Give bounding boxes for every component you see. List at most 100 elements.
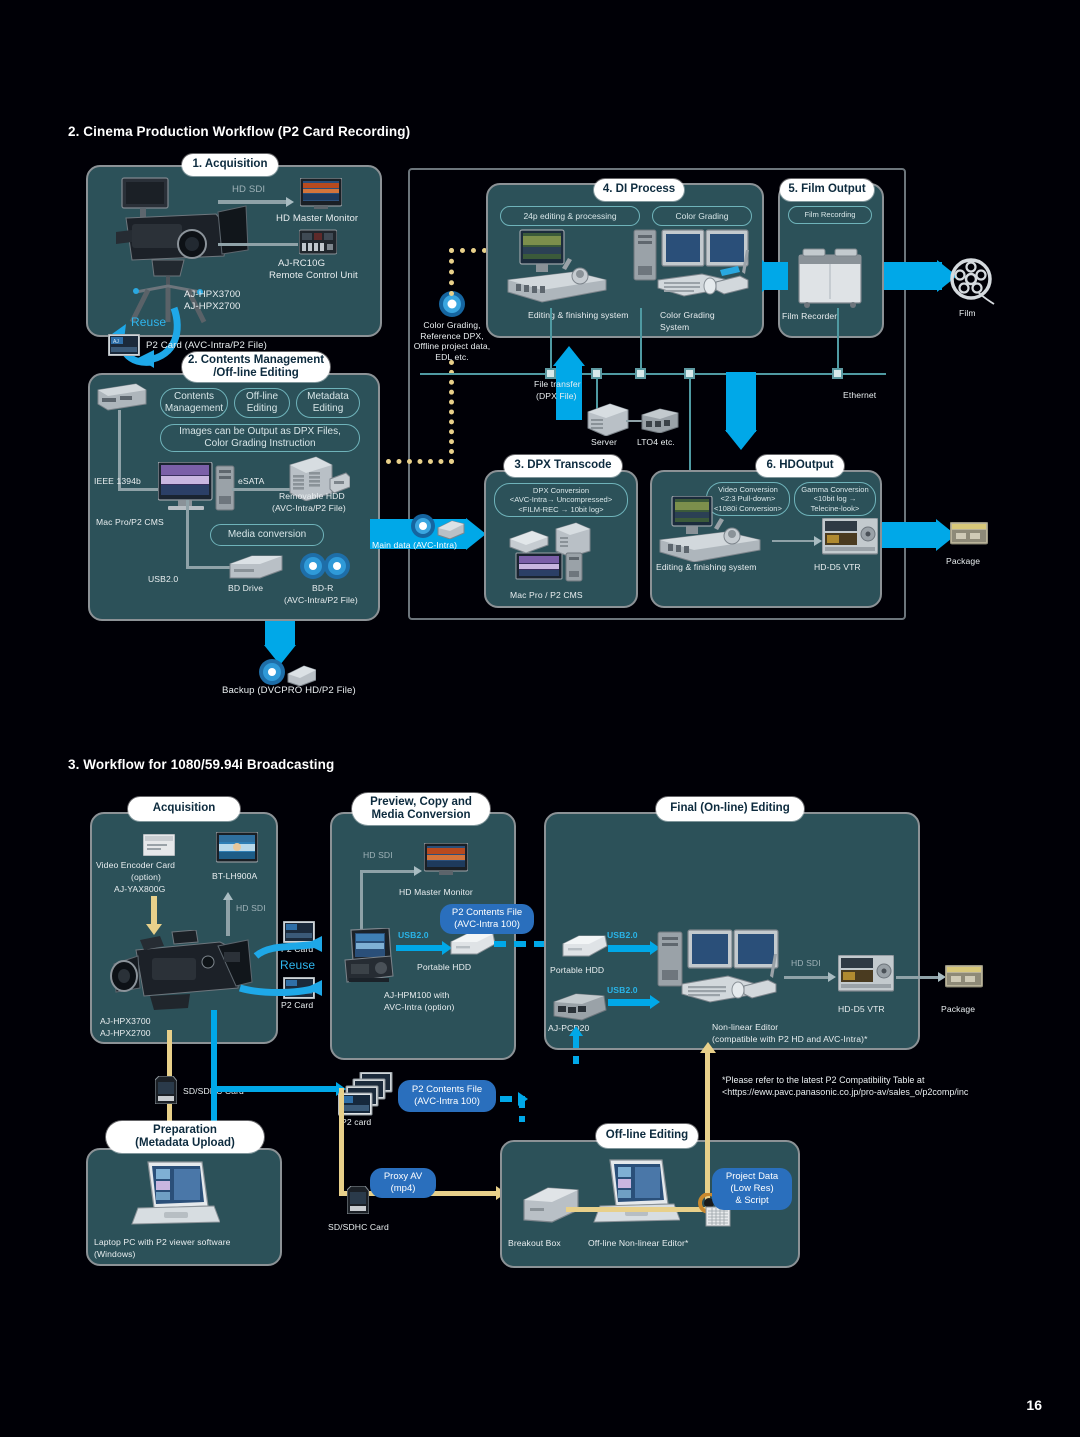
laptop-p2-viewer-icon bbox=[130, 1160, 220, 1228]
hd-d5-vtr-icon bbox=[822, 518, 878, 556]
label-usb20-contents: USB2.0 bbox=[148, 574, 179, 584]
label-hpm100-line1: AJ-HPM100 with bbox=[384, 990, 450, 1000]
breakout-box-icon bbox=[522, 1186, 580, 1224]
label-broadcast-camera-3700: AJ-HPX3700 bbox=[100, 1016, 151, 1026]
label-reuse-broadcast: Reuse bbox=[280, 958, 316, 972]
label-p2-card-stack: P2 card bbox=[341, 1117, 372, 1127]
pill-preparation: Preparation (Metadata Upload) bbox=[106, 1121, 264, 1153]
connector-usb-vertical bbox=[186, 500, 189, 568]
arrow-final-usb-b-shaft bbox=[608, 999, 652, 1006]
label-ethernet: Ethernet bbox=[843, 390, 877, 400]
dashed-arrowhead-pcd20-icon bbox=[569, 1026, 583, 1036]
capsule-film-recording: Film Recording bbox=[788, 206, 872, 224]
label-editing-finishing-system-hd: Editing & finishing system bbox=[656, 562, 757, 572]
bubble-proxy-av: Proxy AV (mp4) bbox=[370, 1168, 436, 1198]
label-editing-finishing-system-di: Editing & finishing system bbox=[528, 310, 629, 320]
bd-drive-icon bbox=[228, 552, 284, 580]
label-broadcast-camera-2700: AJ-HPX2700 bbox=[100, 1028, 151, 1038]
dpx-mac-pro-icon bbox=[506, 521, 602, 583]
label-lto4: LTO4 etc. bbox=[637, 437, 675, 447]
pill-preview-line1: Preview, Copy and bbox=[370, 795, 472, 808]
capsule-offline-editing: Off-line Editing bbox=[234, 388, 290, 418]
package-tape-final-icon bbox=[945, 965, 983, 989]
blue-path-camera-down bbox=[211, 1010, 217, 1122]
label-usb20-final-b: USB2.0 bbox=[607, 985, 638, 995]
arrowhead-final-hdsdi-icon bbox=[828, 972, 836, 982]
dotted-connector-up bbox=[449, 248, 454, 296]
pill-film-output: 5. Film Output bbox=[780, 179, 874, 201]
color-grading-system-icon bbox=[632, 222, 750, 306]
label-laptop-line2: (Windows) bbox=[94, 1249, 136, 1259]
connector-final-hdsdi bbox=[784, 976, 830, 979]
label-backup: Backup (DVCPRO HD/P2 File) bbox=[222, 685, 356, 696]
package-tape-icon bbox=[950, 522, 988, 546]
connector-hd-sdi bbox=[218, 200, 286, 204]
label-offline-nle: Off-line Non-linear Editor* bbox=[588, 1238, 689, 1248]
label-video-encoder-model: AJ-YAX800G bbox=[114, 884, 166, 894]
label-dpx-mac-pro: Mac Pro / P2 CMS bbox=[510, 590, 583, 600]
gold-path-camera-to-sd bbox=[167, 1030, 172, 1076]
footnote-line-2: <https://eww.pavc.panasonic.co.jp/pro-av… bbox=[722, 1087, 969, 1097]
arrow-to-package-shaft bbox=[882, 522, 940, 548]
pill-preview-line2: Media Conversion bbox=[371, 809, 471, 821]
gold-path-offline-internal bbox=[566, 1207, 710, 1212]
label-reuse-acquisition: Reuse bbox=[131, 315, 167, 329]
label-non-linear-editor-sub: (compatible with P2 HD and AVC-Intra)* bbox=[712, 1034, 868, 1044]
pill-offline-editing: Off-line Editing bbox=[596, 1124, 698, 1148]
arrow-encoder-to-camera-shaft bbox=[151, 896, 157, 926]
label-package-section2: Package bbox=[946, 556, 981, 566]
p2-card-stack-icon bbox=[338, 1072, 400, 1116]
ethernet-drop-editing bbox=[550, 308, 552, 370]
label-video-encoder-card: Video Encoder Card bbox=[96, 860, 176, 870]
lto4-icon bbox=[640, 405, 680, 433]
hd-d5-vtr-final-icon bbox=[838, 955, 894, 993]
arrowhead-preview-hdsdi-icon bbox=[414, 866, 422, 876]
gold-arrowhead-up-nle-icon bbox=[700, 1042, 716, 1053]
label-removable-hdd: Removable HDD bbox=[279, 491, 345, 501]
bd-r-discs-icon bbox=[300, 552, 352, 580]
connector-final-package bbox=[896, 976, 940, 979]
label-hd-sdi-preview: HD SDI bbox=[363, 850, 393, 860]
backup-disc-icon bbox=[258, 658, 316, 686]
sd-sdhc-card-top-icon bbox=[155, 1076, 177, 1104]
ethernet-bus-line bbox=[420, 373, 886, 375]
label-breakout-box: Breakout Box bbox=[508, 1238, 561, 1248]
pill-contents-management-line2: /Off-line Editing bbox=[213, 367, 299, 379]
label-hd-master-monitor-preview: HD Master Monitor bbox=[399, 887, 473, 897]
pill-contents-management-line1: 2. Contents Management bbox=[187, 353, 325, 366]
video-encoder-card-icon bbox=[143, 834, 175, 856]
arrow-file-transfer-head-icon bbox=[553, 346, 585, 366]
label-video-encoder-option: (option) bbox=[131, 872, 161, 882]
arrow-backup-shaft bbox=[265, 621, 295, 645]
label-file-transfer: File transfer bbox=[534, 379, 581, 389]
arrow-to-hdoutput-head-icon bbox=[725, 430, 757, 450]
pill-hd-output: 6. HDOutput bbox=[756, 455, 844, 477]
dashed-arrowhead-middle-icon bbox=[518, 1092, 528, 1106]
connector-preview-hdsdi-h bbox=[360, 870, 416, 873]
ethernet-drop-grading bbox=[640, 308, 642, 370]
label-color-grading-system: Color Grading bbox=[660, 310, 715, 320]
dotted-connector-left bbox=[386, 459, 454, 464]
label-package-final: Package bbox=[941, 1004, 976, 1014]
capsule-24p-editing: 24p editing & processing bbox=[500, 206, 640, 226]
label-p2-card-acquisition: P2 Card (AVC-Intra/P2 File) bbox=[146, 340, 267, 351]
document-page: 2. Cinema Production Workflow (P2 Card R… bbox=[0, 0, 1080, 1437]
p2-drive-icon bbox=[96, 378, 148, 412]
capsule-dpx-conversion: DPX Conversion <AVC-Intra→ Uncompressed>… bbox=[494, 483, 628, 517]
svg-text:AJ: AJ bbox=[113, 339, 119, 345]
server-icon bbox=[586, 402, 630, 436]
dotted-connector-top bbox=[449, 248, 487, 253]
arrowhead-hd-sdi-icon bbox=[286, 197, 294, 207]
sd-sdhc-card-proxy-icon bbox=[347, 1186, 369, 1214]
label-remote-control-unit: Remote Control Unit bbox=[269, 270, 358, 281]
label-ieee1394b: IEEE 1394b bbox=[94, 476, 141, 486]
label-sd-card-proxy: SD/SDHC Card bbox=[328, 1222, 389, 1232]
non-linear-editor-icon bbox=[656, 922, 782, 1012]
label-hpm100-line2: AVC-Intra (option) bbox=[384, 1002, 455, 1012]
label-color-grading-system-2: System bbox=[660, 322, 690, 332]
pill-contents-management: 2. Contents Management /Off-line Editing bbox=[182, 352, 330, 382]
label-usb20-final-a: USB2.0 bbox=[607, 930, 638, 940]
film-recorder-icon bbox=[797, 247, 863, 309]
label-hd-sdi-final: HD SDI bbox=[791, 958, 821, 968]
label-server: Server bbox=[591, 437, 617, 447]
